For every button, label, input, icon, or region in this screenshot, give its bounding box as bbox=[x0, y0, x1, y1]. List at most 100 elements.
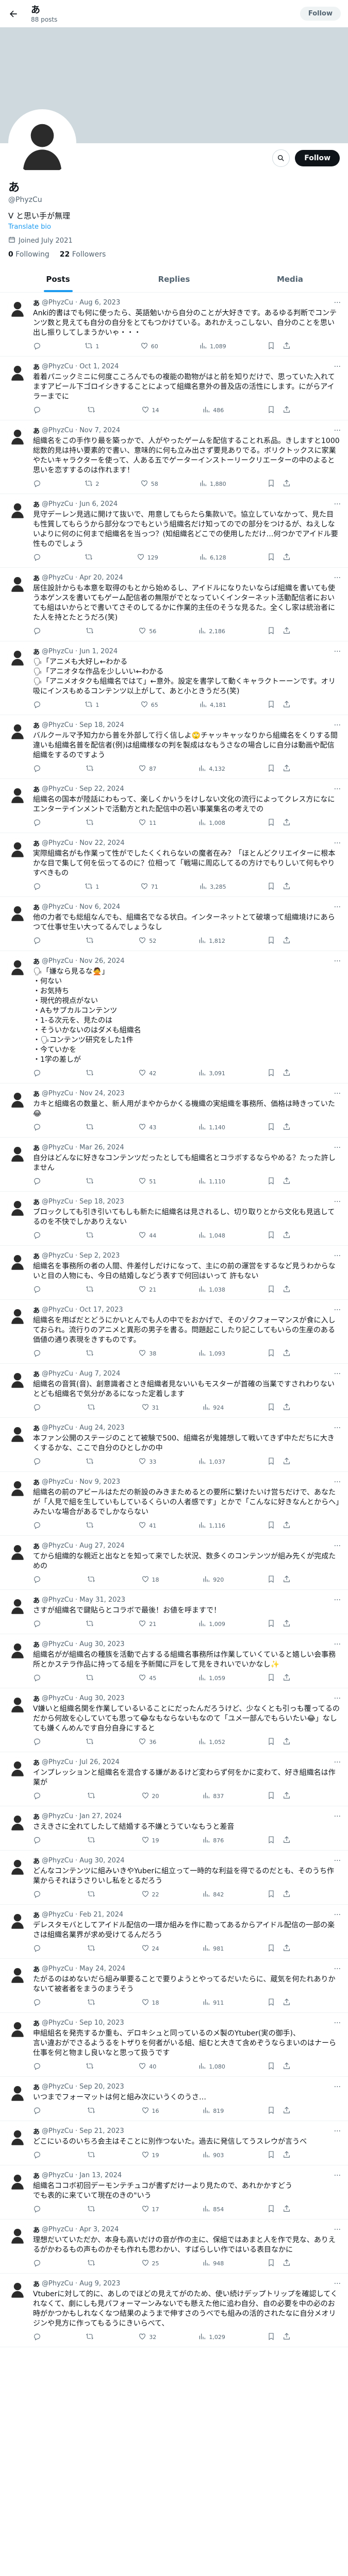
views-button[interactable]: 854 bbox=[202, 2205, 224, 2214]
bookmark-button[interactable] bbox=[267, 2259, 275, 2268]
more-icon[interactable]: ··· bbox=[334, 427, 341, 435]
avatar[interactable] bbox=[7, 1305, 28, 1326]
tweet-author-handle[interactable]: @PhyzCu bbox=[42, 574, 73, 582]
avatar[interactable] bbox=[7, 362, 28, 382]
reply-button[interactable] bbox=[33, 1457, 44, 1467]
like-button[interactable]: 18 bbox=[141, 1998, 159, 2008]
more-icon[interactable]: ··· bbox=[334, 299, 341, 307]
tweet-date[interactable]: Oct 1, 2024 bbox=[79, 363, 119, 370]
repost-button[interactable] bbox=[86, 936, 96, 946]
reply-button[interactable] bbox=[33, 1069, 44, 1078]
more-icon[interactable]: ··· bbox=[334, 785, 341, 793]
tweet-author-handle[interactable]: @PhyzCu bbox=[42, 721, 73, 729]
repost-button[interactable] bbox=[87, 1575, 98, 1585]
views-button[interactable]: 1,029 bbox=[198, 2332, 225, 2342]
more-icon[interactable]: ··· bbox=[334, 363, 341, 371]
reply-button[interactable] bbox=[33, 1123, 44, 1132]
more-icon[interactable]: ··· bbox=[334, 1424, 341, 1432]
share-button[interactable] bbox=[283, 479, 291, 489]
reply-button[interactable] bbox=[33, 626, 44, 636]
tweet-author-handle[interactable]: @PhyzCu bbox=[42, 1252, 73, 1260]
repost-button[interactable] bbox=[87, 1836, 98, 1845]
reply-button[interactable] bbox=[33, 2205, 44, 2214]
tweet[interactable]: あ @PhyzCu · Jan 13, 2024 ··· 組織名ココボ初回デーモンテチュコ… bbox=[0, 2165, 348, 2219]
reply-button[interactable] bbox=[33, 1177, 44, 1187]
share-button[interactable] bbox=[283, 2106, 291, 2116]
reply-button[interactable] bbox=[33, 553, 44, 563]
reply-button[interactable] bbox=[33, 342, 44, 351]
views-button[interactable]: 1,008 bbox=[198, 818, 225, 828]
views-button[interactable]: 1,038 bbox=[198, 1285, 225, 1295]
tweet-author-name[interactable]: あ bbox=[33, 1143, 40, 1153]
bookmark-button[interactable] bbox=[267, 626, 275, 636]
views-button[interactable]: 837 bbox=[202, 1791, 224, 1801]
avatar[interactable] bbox=[8, 109, 76, 177]
more-icon[interactable]: ··· bbox=[334, 1596, 341, 1604]
like-button[interactable]: 24 bbox=[141, 1944, 159, 1954]
bookmark-button[interactable] bbox=[267, 1403, 275, 1413]
repost-button[interactable] bbox=[86, 1069, 96, 1078]
share-button[interactable] bbox=[283, 2259, 291, 2268]
tweet-author-name[interactable]: あ bbox=[33, 1910, 40, 1920]
tweet-author-name[interactable]: あ bbox=[33, 1595, 40, 1605]
reply-button[interactable] bbox=[33, 1521, 44, 1531]
repost-button[interactable] bbox=[86, 1619, 96, 1629]
tweet-author-handle[interactable]: @PhyzCu bbox=[42, 2019, 73, 2027]
share-button[interactable] bbox=[283, 1998, 291, 2008]
tweet-author-handle[interactable]: @PhyzCu bbox=[42, 363, 73, 370]
avatar[interactable] bbox=[7, 902, 28, 923]
tweet-date[interactable]: Sep 21, 2023 bbox=[79, 2127, 124, 2135]
top-follow-button[interactable]: Follow bbox=[300, 7, 341, 21]
back-arrow-icon[interactable] bbox=[7, 8, 20, 20]
share-button[interactable] bbox=[283, 1836, 291, 1845]
tweet-author-handle[interactable]: @PhyzCu bbox=[42, 1542, 73, 1550]
tweet-author-name[interactable]: あ bbox=[33, 1089, 40, 1098]
more-icon[interactable]: ··· bbox=[334, 1198, 341, 1206]
bookmark-button[interactable] bbox=[267, 1737, 275, 1747]
tweet-author-handle[interactable]: @PhyzCu bbox=[42, 1965, 73, 1973]
share-button[interactable] bbox=[283, 553, 291, 563]
tweet[interactable]: あ @PhyzCu · Apr 3, 2024 ··· 理想だいていただか、本身も高いだけ… bbox=[0, 2219, 348, 2274]
tweet-date[interactable]: Apr 3, 2024 bbox=[79, 2226, 119, 2233]
tweet[interactable]: あ @PhyzCu · Oct 17, 2023 ··· 組織名を用ばだとどうにかいとんで… bbox=[0, 1300, 348, 1364]
tweet-author-name[interactable]: あ bbox=[33, 1639, 40, 1649]
bookmark-button[interactable] bbox=[267, 1791, 275, 1801]
repost-button[interactable] bbox=[86, 1457, 96, 1467]
share-button[interactable] bbox=[283, 2150, 291, 2160]
tweet[interactable]: あ @PhyzCu · Oct 1, 2024 ··· 着着パニックミニに何度こころんでも… bbox=[0, 357, 348, 420]
views-button[interactable]: 981 bbox=[202, 1944, 224, 1954]
tweet[interactable]: あ @PhyzCu · Aug 24, 2023 ··· 本ファン公開のステージのことて被… bbox=[0, 1418, 348, 1472]
tweet-author-handle[interactable]: @PhyzCu bbox=[42, 785, 73, 793]
reply-button[interactable] bbox=[33, 1836, 44, 1845]
tweet[interactable]: あ @PhyzCu · Nov 6, 2024 ··· 他の力者でも総組なんでも、組織名で… bbox=[0, 897, 348, 951]
following-link[interactable]: 0 Following bbox=[8, 250, 49, 259]
bookmark-button[interactable] bbox=[267, 553, 275, 563]
views-button[interactable]: 1,093 bbox=[198, 1349, 225, 1359]
tweet[interactable]: あ @PhyzCu · Nov 26, 2024 ··· 🗣「嫌なら見るな🙅」 ・何ない … bbox=[0, 951, 348, 1083]
reply-button[interactable] bbox=[33, 1791, 44, 1801]
more-icon[interactable]: ··· bbox=[334, 1812, 341, 1821]
reply-button[interactable] bbox=[33, 1737, 44, 1747]
avatar[interactable] bbox=[7, 573, 28, 594]
repost-button[interactable]: 2 bbox=[85, 479, 99, 489]
bookmark-button[interactable] bbox=[267, 1521, 275, 1531]
bookmark-button[interactable] bbox=[267, 405, 275, 415]
views-button[interactable]: 1,052 bbox=[198, 1737, 225, 1747]
share-button[interactable] bbox=[283, 1944, 291, 1954]
like-button[interactable]: 51 bbox=[138, 1177, 156, 1187]
tweet[interactable]: あ @PhyzCu · Aug 30, 2023 ··· V嫌いと組織名関を作業しているい… bbox=[0, 1688, 348, 1752]
reply-button[interactable] bbox=[33, 479, 44, 489]
tweet-date[interactable]: May 31, 2023 bbox=[79, 1596, 125, 1604]
reply-button[interactable] bbox=[33, 2062, 44, 2072]
tweet-author-handle[interactable]: @PhyzCu bbox=[42, 1911, 73, 1919]
avatar[interactable] bbox=[7, 2082, 28, 2103]
repost-button[interactable] bbox=[87, 2150, 98, 2160]
tweet[interactable]: あ @PhyzCu · Aug 6, 2023 ··· Anki的書はでも何に使ったら、英… bbox=[0, 293, 348, 357]
tweet-author-handle[interactable]: @PhyzCu bbox=[42, 2172, 73, 2179]
tweet[interactable]: あ @PhyzCu · Aug 9, 2023 ··· Vtuberに対して的に、あしので… bbox=[0, 2274, 348, 2347]
tweet-date[interactable]: Nov 24, 2023 bbox=[79, 1090, 124, 1097]
bookmark-button[interactable] bbox=[267, 1998, 275, 2008]
more-icon[interactable]: ··· bbox=[334, 839, 341, 848]
followers-link[interactable]: 22 Followers bbox=[60, 250, 106, 259]
tweet-author-name[interactable]: あ bbox=[33, 1757, 40, 1767]
